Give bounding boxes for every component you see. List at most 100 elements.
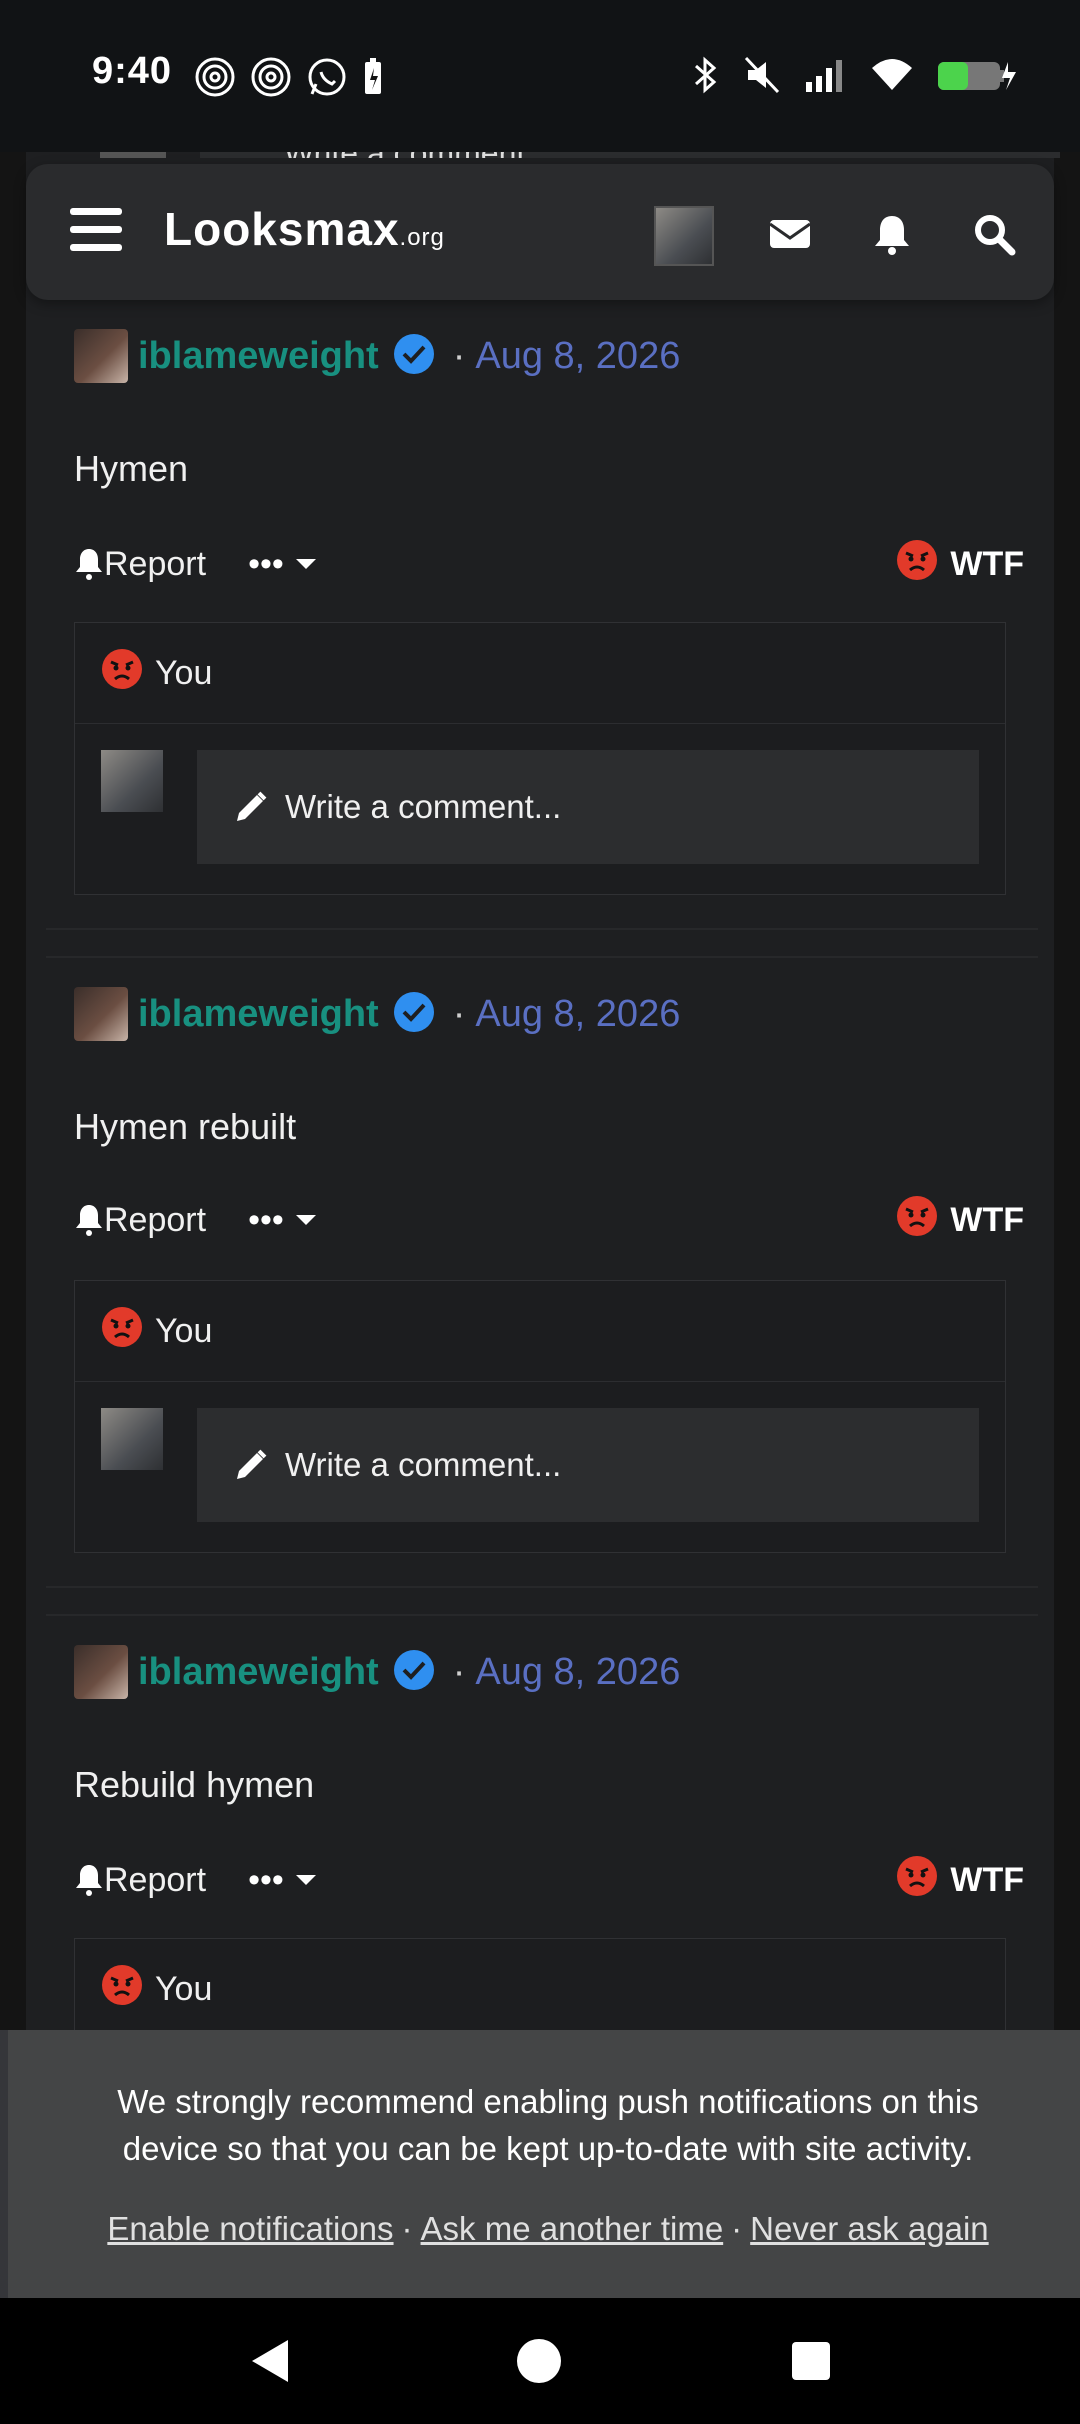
more-options-button[interactable]: ••• xyxy=(248,1201,318,1240)
post-body: Hymen rebuilt xyxy=(74,1106,297,1147)
reaction-button[interactable]: WTF xyxy=(896,539,1024,590)
user-avatar-button[interactable] xyxy=(654,206,714,266)
never-ask-link[interactable]: Never ask again xyxy=(750,2210,988,2247)
reactor-name: You xyxy=(155,1969,213,2008)
bluetooth-icon xyxy=(690,54,720,96)
chevron-down-icon xyxy=(295,559,316,569)
site-logo[interactable]: Looksmax.org xyxy=(164,202,445,256)
avatar[interactable] xyxy=(74,987,128,1041)
username-link[interactable]: iblameweight xyxy=(138,993,379,1036)
threads-icon-2 xyxy=(250,56,292,98)
bell-icon xyxy=(76,549,102,580)
username-link[interactable]: iblameweight xyxy=(138,335,379,378)
angry-face-icon xyxy=(101,648,143,699)
recents-icon[interactable] xyxy=(786,2336,836,2386)
bell-icon[interactable] xyxy=(864,206,920,262)
post-date[interactable]: · Aug 8, 2026 xyxy=(453,1651,681,1694)
post-header: iblameweight · Aug 8, 2026 xyxy=(74,984,680,1044)
envelope-icon[interactable] xyxy=(762,206,818,262)
more-label: ••• xyxy=(248,1860,284,1899)
chevron-down-icon xyxy=(295,1215,316,1225)
reaction-label: WTF xyxy=(950,544,1024,583)
post-body: Rebuild hymen xyxy=(74,1764,315,1805)
post-actions: Report ••• WTF xyxy=(74,1190,1024,1250)
write-comment-input[interactable]: Write a comment... xyxy=(197,750,979,864)
reaction-label: WTF xyxy=(950,1860,1024,1899)
reactions-summary[interactable]: You xyxy=(75,623,1005,724)
more-options-button[interactable]: ••• xyxy=(248,1861,318,1900)
whatsapp-icon xyxy=(306,56,348,98)
angry-face-icon xyxy=(896,539,938,590)
write-comment-label: Write a comment... xyxy=(285,1446,562,1483)
home-icon[interactable] xyxy=(514,2336,564,2386)
verified-badge-icon xyxy=(393,991,435,1038)
reactions-summary[interactable]: You xyxy=(75,1281,1005,1382)
reactor-name: You xyxy=(155,653,213,692)
report-button[interactable]: Report xyxy=(74,1201,206,1240)
page-gutter-left xyxy=(0,152,26,2030)
report-label: Report xyxy=(104,544,207,583)
post-header: iblameweight · Aug 8, 2026 xyxy=(74,1642,680,1702)
pencil-icon xyxy=(237,791,267,821)
more-options-button[interactable]: ••• xyxy=(248,545,318,584)
thread-page xyxy=(26,152,1054,2030)
page-gutter-right xyxy=(1054,152,1080,2030)
enable-notifications-link[interactable]: Enable notifications xyxy=(107,2210,393,2247)
system-nav-bar xyxy=(0,2298,1080,2424)
write-comment-input[interactable]: Write a comment... xyxy=(197,1408,979,1522)
separator: · xyxy=(401,2210,413,2247)
mute-icon xyxy=(742,54,782,96)
verified-badge-icon xyxy=(393,1649,435,1696)
post-date[interactable]: · Aug 8, 2026 xyxy=(453,335,681,378)
angry-face-icon xyxy=(101,1306,143,1357)
report-label: Report xyxy=(104,1200,207,1239)
post-separator xyxy=(46,928,1038,930)
report-button[interactable]: Report xyxy=(74,1861,206,1900)
comment-box: You xyxy=(74,1938,1006,2041)
status-time: 9:40 xyxy=(92,50,173,92)
status-right-icons xyxy=(690,54,1018,96)
post-header: iblameweight · Aug 8, 2026 xyxy=(74,326,680,386)
bell-icon xyxy=(76,1205,102,1236)
search-icon[interactable] xyxy=(966,206,1022,262)
back-icon[interactable] xyxy=(246,2336,296,2386)
username-link[interactable]: iblameweight xyxy=(138,1651,379,1694)
avatar[interactable] xyxy=(74,1645,128,1699)
post-date-text: Aug 8, 2026 xyxy=(475,992,681,1035)
bell-icon xyxy=(76,1865,102,1896)
chevron-down-icon xyxy=(295,1875,316,1885)
more-label: ••• xyxy=(248,1200,284,1239)
reaction-button[interactable]: WTF xyxy=(896,1195,1024,1246)
notification-message: We strongly recommend enabling push noti… xyxy=(8,2078,1080,2172)
verified-badge-icon xyxy=(393,333,435,380)
post-date-text: Aug 8, 2026 xyxy=(475,334,681,377)
battery-saver-icon xyxy=(362,56,386,98)
signal-icon xyxy=(804,54,848,96)
wifi-icon xyxy=(870,54,914,96)
write-comment-row: Write a comment... xyxy=(75,1382,1005,1552)
post-separator xyxy=(46,956,1038,958)
status-left-icons xyxy=(194,56,386,98)
hamburger-menu-icon[interactable] xyxy=(70,208,122,254)
site-header: Looksmax.org xyxy=(26,164,1054,300)
threads-icon xyxy=(194,56,236,98)
post-date[interactable]: · Aug 8, 2026 xyxy=(453,993,681,1036)
status-bar: 9:40 xyxy=(0,0,1080,152)
report-label: Report xyxy=(104,1860,207,1899)
post-actions: Report ••• WTF xyxy=(74,1850,1024,1910)
separator: · xyxy=(731,2210,743,2247)
ask-later-link[interactable]: Ask me another time xyxy=(421,2210,724,2247)
avatar xyxy=(101,750,163,812)
push-notification-banner: We strongly recommend enabling push noti… xyxy=(0,2030,1080,2298)
reaction-button[interactable]: WTF xyxy=(896,1855,1024,1906)
avatar[interactable] xyxy=(74,329,128,383)
reactions-summary[interactable]: You xyxy=(75,1939,1005,2040)
post-body: Hymen xyxy=(74,448,189,489)
reactor-name: You xyxy=(155,1311,213,1350)
write-comment-label: Write a comment... xyxy=(285,788,562,825)
write-comment-row: Write a comment... xyxy=(75,724,1005,894)
report-button[interactable]: Report xyxy=(74,545,206,584)
notification-line-1: We strongly recommend enabling push noti… xyxy=(117,2083,979,2120)
notification-line-2: device so that you can be kept up-to-dat… xyxy=(122,2130,974,2167)
angry-face-icon xyxy=(896,1855,938,1906)
